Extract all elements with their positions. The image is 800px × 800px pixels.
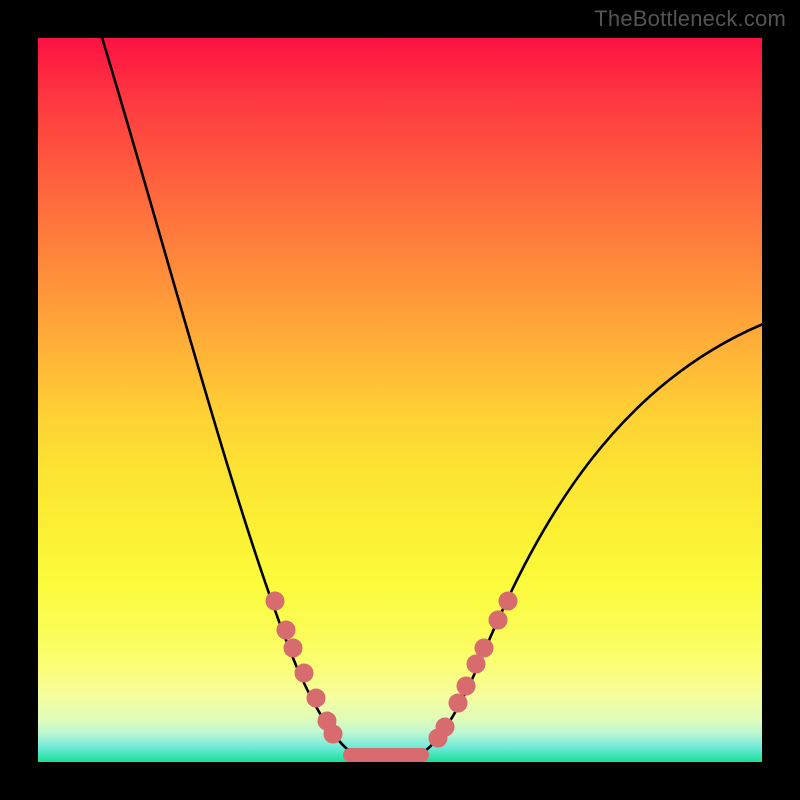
data-dot xyxy=(436,718,454,736)
data-dot xyxy=(449,694,467,712)
data-dot xyxy=(475,639,493,657)
data-dot xyxy=(307,689,325,707)
data-dot xyxy=(324,725,342,743)
bottleneck-curve xyxy=(96,38,762,759)
right-dot-cluster xyxy=(429,592,517,747)
source-watermark: TheBottleneck.com xyxy=(594,6,786,32)
data-dot xyxy=(284,639,302,657)
plot-area xyxy=(38,38,762,762)
data-dot xyxy=(295,664,313,682)
data-dot xyxy=(277,621,295,639)
data-dot xyxy=(489,611,507,629)
data-dot xyxy=(266,592,284,610)
data-dot xyxy=(467,655,485,673)
data-dot xyxy=(457,677,475,695)
data-dot xyxy=(499,592,517,610)
chart-frame: TheBottleneck.com xyxy=(0,0,800,800)
curve-layer xyxy=(38,38,762,762)
